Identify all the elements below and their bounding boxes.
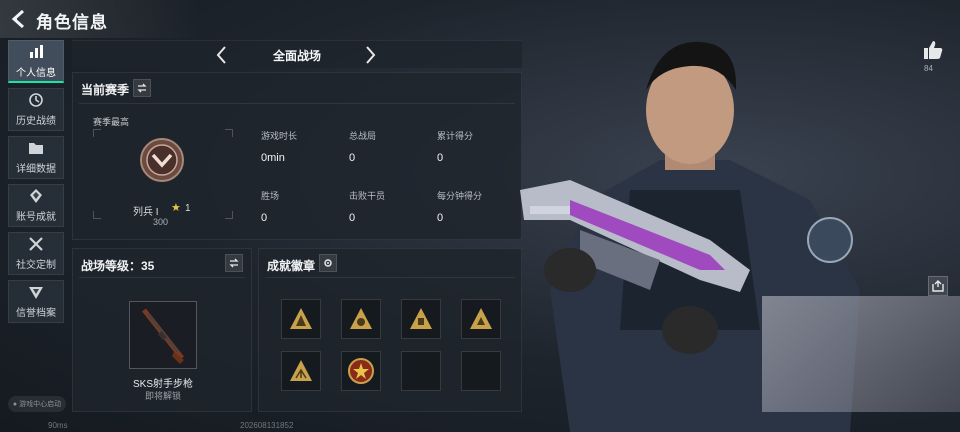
divider (79, 277, 245, 278)
sidebar-item-label: 个人信息 (16, 67, 56, 79)
sidebar-item-label: 详细数据 (16, 164, 56, 175)
badge-icon (290, 308, 312, 329)
swap-icon (137, 83, 147, 93)
sidebar-item-personal-info[interactable]: 个人信息 (8, 40, 64, 83)
weapon-status: 即将解锁 (144, 391, 181, 401)
gear-icon (324, 259, 332, 267)
sidebar-item-history[interactable]: 历史战绩 (8, 88, 64, 131)
game-center-tag[interactable]: ● 游戏中心启动 (8, 396, 66, 412)
rifle-icon (142, 308, 184, 364)
badge-slot[interactable] (281, 299, 321, 339)
sidebar-item-reputation[interactable]: 信誉档案 (8, 280, 64, 323)
mode-selector: 全面战场 (72, 40, 522, 68)
mode-title: 全面战场 (272, 49, 321, 63)
badge-icon (410, 308, 432, 329)
blurred-overlay (762, 296, 960, 412)
badge-icon (470, 308, 492, 329)
stat-kills: 击败干员 0 (349, 191, 386, 224)
battle-level-title: 战场等级：35 (81, 259, 155, 273)
medal-icon (30, 189, 42, 203)
page-title: 角色信息 (36, 13, 108, 32)
achievements-settings-button[interactable] (319, 254, 337, 272)
divider (265, 277, 515, 278)
like-count: 84 (924, 64, 933, 73)
rank-points: 300 (153, 217, 169, 227)
bar-chart-icon (30, 44, 43, 58)
sidebar-item-label: 账号成就 (16, 212, 56, 223)
sidebar-item-social[interactable]: 社交定制 (8, 232, 64, 275)
season-panel: 当前赛季 赛季最高 列兵 I ★ 1 300 游戏时长 0min 总战局 0 累… (72, 72, 522, 240)
badge-slot-empty[interactable] (401, 351, 441, 391)
badge-icon (350, 308, 372, 329)
swap-icon (229, 258, 239, 268)
badge-icon (290, 360, 312, 381)
star-icon: ★ (171, 202, 181, 214)
history-icon (29, 93, 43, 107)
rank-stars: 1 (185, 203, 191, 214)
stat-playtime: 游戏时长 0min (261, 131, 298, 164)
user-id: 202608131852 (240, 421, 294, 430)
badge-slot-empty[interactable] (461, 351, 501, 391)
sidebar-item-label: 社交定制 (16, 260, 56, 271)
season-switch-button[interactable] (133, 79, 151, 97)
shield-icon (29, 287, 43, 299)
stat-wins: 胜场 0 (261, 191, 280, 224)
achievements-title: 成就徽章 (267, 259, 316, 273)
battle-level-panel: 战场等级：35 SKS射手步枪 即将解锁 (72, 248, 252, 412)
stat-score-per-minute: 每分钟得分 0 (437, 191, 483, 224)
divider (79, 103, 515, 104)
season-best-label: 赛季最高 (93, 117, 130, 127)
back-arrow-icon[interactable] (8, 8, 30, 30)
sidebar-item-label: 信誉档案 (16, 308, 56, 319)
badge-slot[interactable] (341, 351, 381, 391)
tools-icon (29, 237, 43, 251)
badge-slot[interactable] (461, 299, 501, 339)
rank-name: 列兵 I (133, 207, 159, 218)
sidebar-item-details[interactable]: 详细数据 (8, 136, 64, 179)
star-badge-icon (348, 358, 374, 384)
stat-total-score: 累计得分 0 (437, 131, 474, 164)
sidebar: 个人信息 历史战绩 详细数据 账号成就 社交定制 信誉档案 (8, 40, 64, 328)
header-bar: 角色信息 (0, 0, 200, 38)
rank-emblem-icon (140, 138, 184, 182)
status-bar: 90ms 202608131852 (0, 420, 960, 432)
share-button[interactable] (928, 276, 948, 296)
folder-icon (29, 143, 43, 154)
badge-slot[interactable] (281, 351, 321, 391)
share-icon (932, 280, 944, 292)
chevron-right-icon[interactable] (362, 45, 378, 65)
sidebar-item-label: 历史战绩 (16, 116, 56, 127)
badge-slot[interactable] (401, 299, 441, 339)
weapon-card[interactable] (129, 301, 197, 369)
level-switch-button[interactable] (225, 254, 243, 272)
sidebar-item-achievements[interactable]: 账号成就 (8, 184, 64, 227)
thumbs-up-icon[interactable] (922, 40, 944, 60)
season-title: 当前赛季 (81, 83, 130, 97)
badge-slot[interactable] (341, 299, 381, 339)
chevron-left-icon[interactable] (214, 45, 230, 65)
stat-total-matches: 总战局 0 (349, 131, 377, 164)
achievements-panel: 成就徽章 (258, 248, 522, 412)
latency: 90ms (48, 421, 68, 430)
weapon-name: SKS射手步枪 (132, 379, 193, 390)
launch-icon: ● (12, 400, 18, 408)
